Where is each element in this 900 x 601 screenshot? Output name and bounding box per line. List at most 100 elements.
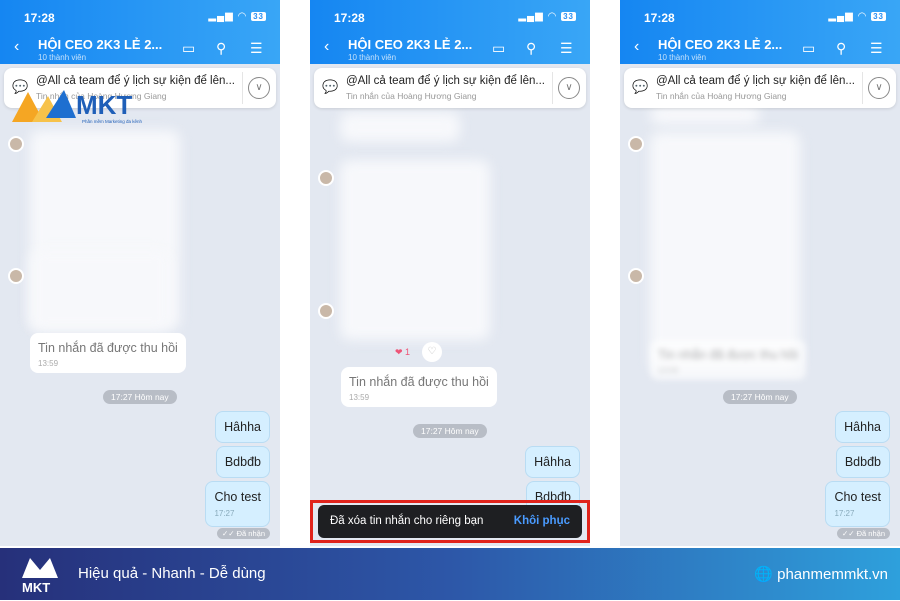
chevron-down-icon[interactable]: ∨: [248, 77, 270, 99]
recalled-message[interactable]: Tin nhắn đã được thu hồi 13:59: [341, 367, 497, 407]
search-icon[interactable]: ⚲: [526, 40, 536, 57]
phone-screen-2: 17:28 ▂▄▆ ◠ 33 ‹ HỘI CEO 2K3 LẺ 2... 10 …: [310, 0, 590, 546]
phone-screen-3: 17:28 ▂▄▆ ◠ 33 ‹ HỘI CEO 2K3 LẺ 2... 10 …: [620, 0, 900, 546]
divider: [862, 72, 863, 104]
video-call-icon[interactable]: ▭: [802, 40, 815, 57]
sent-message[interactable]: Bdbđb: [835, 446, 890, 478]
group-title[interactable]: HỘI CEO 2K3 LẺ 2...: [38, 37, 162, 52]
message-time: 13:59: [38, 359, 59, 368]
battery-icon: 33: [871, 12, 886, 21]
recalled-text: Tin nhắn đã được thu hồi: [38, 341, 178, 355]
menu-list-icon[interactable]: ☰: [560, 40, 573, 57]
blurred-message: [340, 160, 490, 340]
recalled-message[interactable]: Tin nhắn đã được thu hồi 13:59: [650, 340, 806, 380]
restore-button[interactable]: Khôi phục: [514, 515, 570, 527]
message-text: Hâhha: [844, 420, 881, 434]
divider: [242, 72, 243, 104]
member-count: 10 thành viên: [38, 53, 87, 62]
status-time: 17:28: [24, 11, 55, 25]
recalled-message[interactable]: Tin nhắn đã được thu hồi 13:59: [30, 333, 186, 373]
pinned-sender: Tin nhắn của Hoàng Hương Giang: [656, 91, 787, 101]
highlight-box: Đã xóa tin nhắn cho riêng bạn Khôi phục: [310, 500, 590, 543]
message-time: 17:27: [214, 509, 235, 518]
video-call-icon[interactable]: ▭: [492, 40, 505, 57]
menu-list-icon[interactable]: ☰: [870, 40, 883, 57]
group-title[interactable]: HỘI CEO 2K3 LẺ 2...: [348, 37, 472, 52]
status-icons: ▂▄▆ ◠ 33: [518, 11, 576, 22]
pinned-text: @All cả team để ý lịch sự kiện để lên...: [656, 75, 855, 87]
mkt-logo-icon: MKT: [18, 554, 62, 601]
avatar[interactable]: [8, 268, 24, 284]
blurred-message: [650, 132, 800, 372]
sent-message[interactable]: Cho test 17:27: [205, 481, 270, 527]
avatar[interactable]: [8, 136, 24, 152]
pinned-sender: Tin nhắn của Hoàng Hương Giang: [346, 91, 477, 101]
chevron-down-icon[interactable]: ∨: [868, 77, 890, 99]
pinned-text: @All cả team để ý lịch sự kiện để lên...: [346, 75, 545, 87]
message-text: Hâhha: [224, 420, 261, 434]
heart-icon[interactable]: ♡: [422, 342, 442, 362]
sent-message[interactable]: Hâhha: [525, 446, 580, 478]
video-call-icon[interactable]: ▭: [182, 40, 195, 57]
received-status: ✓✓ Đã nhận: [836, 528, 890, 539]
chat-header: 17:28 ▂▄▆ ◠ 33 ‹ HỘI CEO 2K3 LẺ 2... 10 …: [620, 0, 900, 64]
back-icon[interactable]: ‹: [324, 38, 329, 56]
time-divider: 17:27 Hôm nay: [103, 390, 177, 404]
search-icon[interactable]: ⚲: [836, 40, 846, 57]
sent-message[interactable]: Hâhha: [835, 411, 890, 443]
recalled-text: Tin nhắn đã được thu hồi: [349, 375, 489, 389]
website-link[interactable]: 🌐 phanmemmkt.vn: [754, 565, 888, 583]
battery-icon: 33: [251, 12, 266, 21]
sent-message[interactable]: Bdbđb: [215, 446, 270, 478]
battery-icon: 33: [561, 12, 576, 21]
message-text: Cho test: [214, 490, 261, 504]
message-text: Hâhha: [534, 455, 571, 469]
search-icon[interactable]: ⚲: [216, 40, 226, 57]
received-status: ✓✓ Đã nhận: [216, 528, 270, 539]
blurred-message: [340, 112, 460, 142]
member-count: 10 thành viên: [658, 53, 707, 62]
back-icon[interactable]: ‹: [14, 38, 19, 56]
phone-screen-1: 17:28 ▂▄▆ ◠ 33 ‹ HỘI CEO 2K3 LẺ 2... 10 …: [0, 0, 280, 546]
avatar[interactable]: [628, 136, 644, 152]
svg-text:Phần mềm Marketing đa kênh: Phần mềm Marketing đa kênh: [82, 119, 143, 124]
received-text: Đã nhận: [856, 529, 885, 538]
undo-toast: Đã xóa tin nhắn cho riêng bạn Khôi phục: [318, 505, 582, 538]
mkt-logo-watermark: MKT Phần mềm Marketing đa kênh: [10, 84, 160, 131]
svg-text:MKT: MKT: [76, 90, 132, 120]
avatar[interactable]: [628, 268, 644, 284]
back-icon[interactable]: ‹: [634, 38, 639, 56]
message-text: Bdbđb: [844, 455, 881, 469]
message-time: 17:27: [834, 509, 855, 518]
chat-bubble-icon: 💬: [632, 79, 649, 94]
sent-message[interactable]: Hâhha: [215, 411, 270, 443]
message-text: Cho test: [834, 490, 881, 504]
status-icons: ▂▄▆ ◠ 33: [208, 11, 266, 22]
divider: [552, 72, 553, 104]
message-time: 13:59: [658, 366, 679, 375]
message-text: Bdbđb: [224, 455, 261, 469]
pinned-message[interactable]: 💬 @All cả team để ý lịch sự kiện để lên.…: [314, 68, 586, 108]
avatar[interactable]: [318, 303, 334, 319]
toast-message: Đã xóa tin nhắn cho riêng bạn: [330, 515, 484, 527]
member-count: 10 thành viên: [348, 53, 397, 62]
status-time: 17:28: [644, 11, 675, 25]
footer-banner: MKT Hiệu quả - Nhanh - Dễ dùng 🌐 phanmem…: [0, 548, 900, 600]
globe-icon: 🌐: [754, 566, 773, 583]
sent-message[interactable]: Cho test 17:27: [825, 481, 890, 527]
website-text: phanmemmkt.vn: [777, 566, 888, 583]
menu-list-icon[interactable]: ☰: [250, 40, 263, 57]
avatar[interactable]: [318, 170, 334, 186]
chat-header: 17:28 ▂▄▆ ◠ 33 ‹ HỘI CEO 2K3 LẺ 2... 10 …: [0, 0, 280, 64]
pinned-message[interactable]: 💬 @All cả team để ý lịch sự kiện để lên.…: [624, 68, 896, 108]
chevron-down-icon[interactable]: ∨: [558, 77, 580, 99]
status-time: 17:28: [334, 11, 365, 25]
time-divider: 17:27 Hôm nay: [413, 424, 487, 438]
recalled-text: Tin nhắn đã được thu hồi: [658, 348, 798, 362]
group-title[interactable]: HỘI CEO 2K3 LẺ 2...: [658, 37, 782, 52]
slogan: Hiệu quả - Nhanh - Dễ dùng: [78, 565, 266, 582]
reaction-count: 1: [405, 347, 411, 357]
blurred-message: [30, 250, 170, 330]
received-text: Đã nhận: [236, 529, 265, 538]
heart-reaction[interactable]: ❤ 1: [395, 347, 410, 358]
